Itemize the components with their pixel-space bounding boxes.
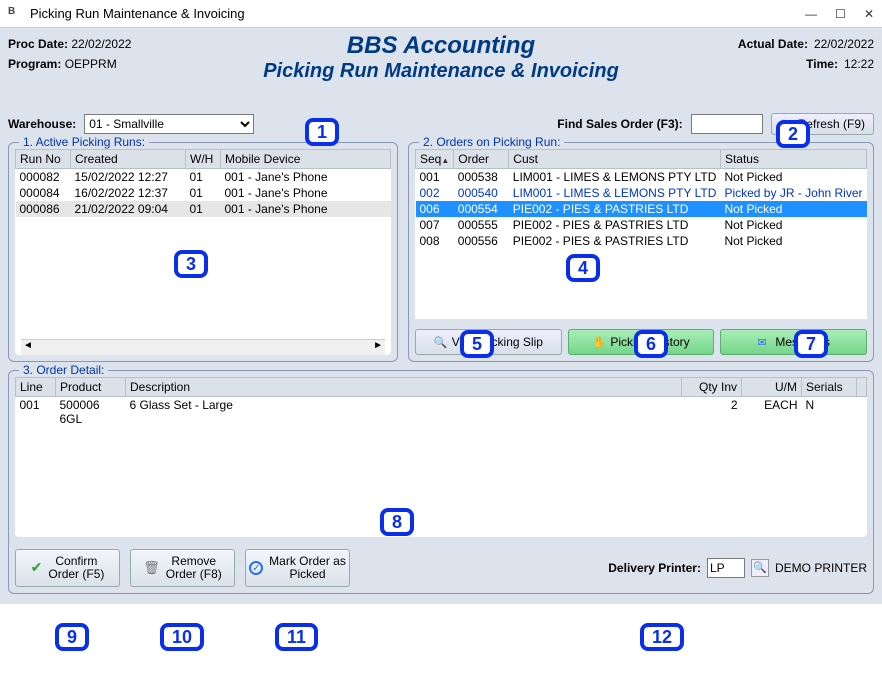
time-value: 12:22: [844, 57, 874, 71]
orders-table[interactable]: Seq▲ Order Cust Status 001000538LIM001 -…: [415, 149, 867, 249]
find-sales-order-label: Find Sales Order (F3):: [557, 117, 682, 131]
refresh-icon: [780, 117, 794, 131]
title-bar: Picking Run Maintenance & Invoicing — ☐ …: [0, 0, 882, 28]
badge-12: 12: [640, 623, 684, 651]
badge-9: 9: [55, 623, 89, 651]
col-line[interactable]: Line: [16, 378, 56, 397]
panel3-title: 3. Order Detail:: [19, 363, 108, 377]
col-serials[interactable]: Serials: [802, 378, 857, 397]
table-row[interactable]: 002000540LIM001 - LIMES & LEMONS PTY LTD…: [416, 185, 867, 201]
order-detail-panel: 3. Order Detail: Line Product Descriptio…: [8, 370, 874, 594]
table-row[interactable]: 006000554PIE002 - PIES & PASTRIES LTDNot…: [416, 201, 867, 217]
picking-history-button[interactable]: Picking History: [568, 329, 715, 355]
orders-on-picking-run-panel: 2. Orders on Picking Run: Seq▲ Order Cus…: [408, 142, 874, 362]
table-row[interactable]: 001000538LIM001 - LIMES & LEMONS PTY LTD…: [416, 169, 867, 186]
horizontal-scrollbar[interactable]: [21, 339, 385, 355]
table-row[interactable]: 00008621/02/2022 09:0401001 - Jane's Pho…: [16, 201, 391, 217]
actual-date-label: Actual Date:: [738, 37, 808, 51]
view-picking-slip-button[interactable]: View Picking Slip: [415, 329, 562, 355]
picking-runs-table[interactable]: Run No Created W/H Mobile Device 0000821…: [15, 149, 391, 217]
table-row[interactable]: 00008215/02/2022 12:2701001 - Jane's Pho…: [16, 169, 391, 186]
trash-icon: [143, 561, 160, 575]
proc-date-value: 22/02/2022: [71, 37, 131, 51]
delivery-printer-input[interactable]: [707, 558, 745, 578]
warehouse-select[interactable]: 01 - Smallville: [84, 114, 254, 134]
proc-date-label: Proc Date:: [8, 37, 68, 51]
program-value: OEPPRM: [65, 57, 117, 71]
maximize-button[interactable]: ☐: [835, 7, 846, 21]
panel1-title: 1. Active Picking Runs:: [19, 135, 149, 149]
check-circle-icon: [249, 561, 263, 575]
hand-icon: [592, 335, 606, 349]
badge-10: 10: [160, 623, 204, 651]
col-seq[interactable]: Seq▲: [416, 150, 454, 169]
refresh-button[interactable]: Refresh (F9): [771, 113, 874, 135]
minimize-button[interactable]: —: [805, 7, 817, 21]
table-row[interactable]: 008000556PIE002 - PIES & PASTRIES LTDNot…: [416, 233, 867, 249]
active-picking-runs-panel: 1. Active Picking Runs: Run No Created W…: [8, 142, 398, 362]
delivery-printer-desc: DEMO PRINTER: [775, 561, 867, 575]
program-label: Program:: [8, 57, 61, 71]
remove-order-button[interactable]: Remove Order (F8): [130, 549, 235, 587]
panel2-title: 2. Orders on Picking Run:: [419, 135, 564, 149]
col-description[interactable]: Description: [126, 378, 682, 397]
order-detail-table[interactable]: Line Product Description Qty Inv U/M Ser…: [15, 377, 867, 427]
printer-lookup-button[interactable]: [751, 559, 769, 577]
confirm-order-button[interactable]: Confirm Order (F5): [15, 549, 120, 587]
time-label: Time:: [806, 57, 838, 71]
refresh-label: Refresh (F9): [798, 117, 865, 131]
col-mobile-device[interactable]: Mobile Device: [221, 150, 391, 169]
badge-11: 11: [275, 623, 318, 651]
warehouse-label: Warehouse:: [8, 117, 76, 131]
mail-icon: [757, 335, 771, 349]
col-um[interactable]: U/M: [742, 378, 802, 397]
table-row[interactable]: 007000555PIE002 - PIES & PASTRIES LTDNot…: [416, 217, 867, 233]
window-title: Picking Run Maintenance & Invoicing: [30, 6, 805, 21]
delivery-printer-label: Delivery Printer:: [608, 561, 701, 575]
check-icon: [31, 561, 43, 575]
close-button[interactable]: ✕: [864, 7, 874, 21]
col-cust[interactable]: Cust: [509, 150, 721, 169]
col-qty-inv[interactable]: Qty Inv: [682, 378, 742, 397]
find-sales-order-input[interactable]: [691, 114, 763, 134]
table-row[interactable]: 001500006 6GL6 Glass Set - Large2EACHN: [16, 397, 867, 428]
col-status[interactable]: Status: [720, 150, 866, 169]
col-order[interactable]: Order: [454, 150, 509, 169]
search-icon: [753, 560, 767, 574]
mark-order-picked-button[interactable]: Mark Order as Picked: [245, 549, 350, 587]
messages-button[interactable]: Messages: [720, 329, 867, 355]
col-wh[interactable]: W/H: [186, 150, 221, 169]
col-product[interactable]: Product: [56, 378, 126, 397]
table-row[interactable]: 00008416/02/2022 12:3701001 - Jane's Pho…: [16, 185, 391, 201]
col-run-no[interactable]: Run No: [16, 150, 71, 169]
actual-date-value: 22/02/2022: [814, 37, 874, 51]
col-created[interactable]: Created: [71, 150, 186, 169]
search-icon: [434, 335, 448, 349]
app-icon: [8, 6, 24, 22]
